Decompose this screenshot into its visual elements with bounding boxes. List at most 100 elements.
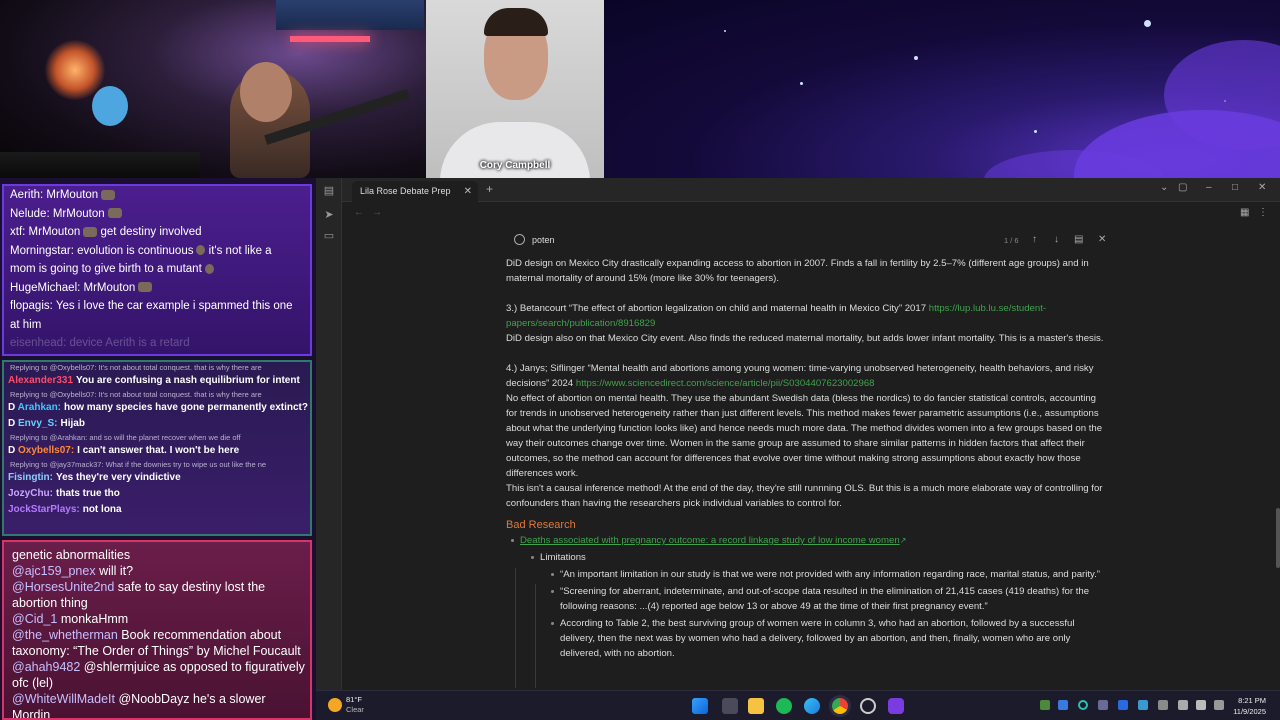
tray-icon[interactable] <box>1138 700 1148 710</box>
clock[interactable]: 8:21 PM 11/9/2025 <box>1233 695 1266 717</box>
emote-icon <box>107 208 122 219</box>
taskbar: 81°F Clear 8:21 PM 11/9/2025 <box>316 690 1280 720</box>
chat-text: at him <box>10 318 42 331</box>
list-item-text: According to Table 2, the best surviving… <box>560 618 1075 659</box>
chat-username: Oxybells07: <box>18 445 75 456</box>
start-icon[interactable] <box>692 698 708 714</box>
tray-icon[interactable] <box>1078 700 1088 710</box>
guest-webcam: Cory Campbell <box>426 0 604 178</box>
send-icon[interactable]: ➤ <box>322 208 336 222</box>
emote-icon <box>138 282 153 293</box>
nav-row: ← → ▦ ⋮ <box>342 202 1280 226</box>
chat-box-top: Aerith: MrMouton Nelude: MrMouton xtf: M… <box>2 184 312 356</box>
chat-message: genetic abnormalities <box>4 547 310 563</box>
chat-text: Hijab <box>60 418 85 429</box>
chat-message: Alexander331 You are confusing a nash equ… <box>4 373 310 389</box>
edge-icon[interactable] <box>804 698 820 714</box>
guest-name-label: Cory Campbell <box>479 160 551 171</box>
sidebar-toggle-icon[interactable]: ▤ <box>322 184 336 198</box>
tray-icon[interactable] <box>1158 700 1168 710</box>
obsidian-icon[interactable] <box>888 698 904 714</box>
close-tab-icon[interactable]: ✕ <box>464 181 472 202</box>
previous-match-icon[interactable]: ↑ <box>1032 234 1037 245</box>
emote-icon <box>204 263 214 274</box>
paragraph: 4.) Janys; Siflinger “Mental health and … <box>506 361 1106 391</box>
paragraph-text: 3.) Betancourt “The effect of abortion l… <box>506 303 929 314</box>
next-match-icon[interactable]: ↓ <box>1054 234 1059 245</box>
chat-text: : evolution is continuous <box>70 244 194 257</box>
chat-text: will it? <box>95 564 134 578</box>
list-item-text: Limitations <box>540 552 586 563</box>
chat-reply-context: Replying to @jay37mack37: What if the do… <box>10 460 267 469</box>
spotify-icon[interactable] <box>776 698 792 714</box>
new-tab-icon[interactable]: + <box>486 182 493 196</box>
sidebar-right-icon[interactable]: ▢ <box>1178 182 1187 193</box>
chat-text: : MrMouton <box>46 207 105 220</box>
chat-message: at him <box>4 316 310 335</box>
streamer-webcam <box>0 0 426 178</box>
notes-app-window: ▤ ➤ ▭ Lila Rose Debate Prep ✕ + ⌄ ▢ – □ … <box>316 178 1280 690</box>
steam-icon[interactable] <box>1118 700 1128 710</box>
chat-message: Fisingtin: Yes they're very vindictive <box>4 470 310 486</box>
volume-icon[interactable] <box>1196 700 1206 710</box>
section-heading: Bad Research <box>506 519 576 531</box>
chat-message: D Oxybells07: I can't answer that. I won'… <box>4 443 310 459</box>
chat-text: eisenhead: device Aerith is a retard <box>10 337 190 349</box>
chat-text: mom is going to give birth to a mutant <box>10 263 202 275</box>
tray-icon[interactable] <box>1058 700 1068 710</box>
streamer-head <box>240 62 292 122</box>
chat-text: You are confusing a nash equilibrium for… <box>76 375 300 386</box>
external-link[interactable]: Deaths associated with pregnancy outcome… <box>520 535 900 546</box>
chat-username: @Cid_1 <box>12 612 58 626</box>
chat-panel: Aerith: MrMouton Nelude: MrMouton xtf: M… <box>0 178 316 720</box>
scrollbar[interactable] <box>1276 508 1280 568</box>
battery-icon[interactable] <box>1214 700 1224 710</box>
chat-text: not lona <box>82 504 122 515</box>
bullet-icon <box>551 573 554 576</box>
tray-icon[interactable] <box>1040 700 1050 710</box>
chat-reply-context: Replying to @Oxybells07: It's not about … <box>10 363 262 372</box>
paragraph: No effect of abortion on mental health. … <box>506 393 1103 479</box>
file-icon[interactable]: ▭ <box>322 229 336 243</box>
forward-icon[interactable]: → <box>372 207 382 218</box>
chat-username: Alexander331 <box>8 375 74 386</box>
maximize-icon[interactable]: □ <box>1232 182 1238 193</box>
task-view-icon[interactable] <box>722 698 738 714</box>
chat-username: xtf <box>10 226 23 238</box>
weather-icon <box>328 698 342 712</box>
chat-username: Envy_S: <box>18 418 58 429</box>
tab-active[interactable]: Lila Rose Debate Prep ✕ <box>352 181 478 202</box>
chat-username: HugeMichael <box>10 281 78 294</box>
reading-view-icon[interactable]: ▦ <box>1240 207 1249 218</box>
search-match-count: 1 / 6 <box>1004 236 1019 245</box>
more-options-icon[interactable]: ⋮ <box>1258 207 1268 218</box>
bullet-icon <box>551 590 554 593</box>
list-item-text: “Screening for aberrant, indeterminate, … <box>560 586 1090 612</box>
back-icon[interactable]: ← <box>354 207 364 218</box>
app-icon[interactable] <box>860 698 876 714</box>
star <box>1034 130 1037 133</box>
replace-toggle-icon[interactable]: ▤ <box>1074 234 1083 245</box>
close-window-icon[interactable]: ✕ <box>1258 182 1266 193</box>
star <box>1144 20 1151 27</box>
tab-list-icon[interactable]: ⌄ <box>1160 182 1168 193</box>
file-explorer-icon[interactable] <box>748 698 764 714</box>
lamp-glow <box>45 40 105 100</box>
minimize-icon[interactable]: – <box>1206 182 1212 193</box>
chat-username: Fisingtin: <box>8 472 53 483</box>
chat-message: @Cid_1 monkaHmm <box>4 611 310 627</box>
chat-message: @the_whetherman Book recommendation abou… <box>4 627 310 659</box>
chrome-icon[interactable] <box>832 698 848 714</box>
indent-guide <box>515 568 516 688</box>
chat-message: xtf: MrMouton get destiny involved <box>4 223 310 242</box>
paragraph: 3.) Betancourt “The effect of abortion l… <box>506 301 1106 331</box>
network-icon[interactable] <box>1178 700 1188 710</box>
chat-box-bottom: genetic abnormalities @ajc159_pnex will … <box>2 540 312 720</box>
chat-text: I can't answer that. I won't be here <box>77 445 240 456</box>
search-input[interactable]: poten <box>532 235 555 245</box>
close-search-icon[interactable]: ✕ <box>1098 234 1106 245</box>
star <box>800 82 803 85</box>
chat-message: D Envy_S: Hijab <box>4 416 310 432</box>
tray-icon[interactable] <box>1098 700 1108 710</box>
external-link[interactable]: https://www.sciencedirect.com/science/ar… <box>576 378 875 389</box>
